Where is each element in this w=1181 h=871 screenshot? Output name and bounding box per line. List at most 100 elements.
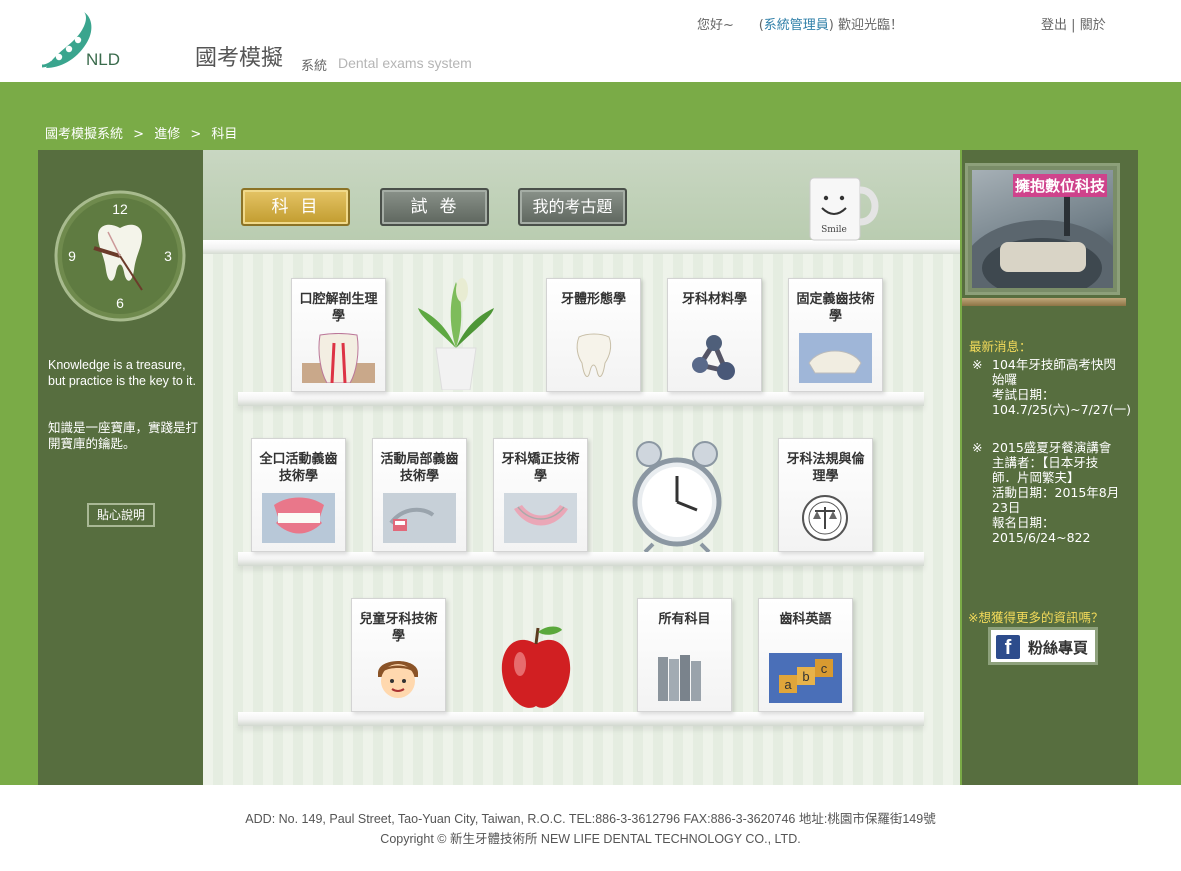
subject-label: 牙體形態學 <box>560 292 626 307</box>
close-link[interactable]: 關於 <box>1080 18 1106 33</box>
svg-text:a: a <box>784 677 792 692</box>
clock-9: 9 <box>68 248 76 264</box>
help-button[interactable]: 貼心說明 <box>87 503 155 527</box>
breadcrumb-sep: > <box>190 127 202 142</box>
subject-card-partial-denture[interactable]: 活動局部義齒技術學 <box>372 438 467 552</box>
subject-label: 口腔解剖生理學 <box>299 292 378 324</box>
subject-card-dental-materials[interactable]: 牙科材料學 <box>667 278 762 392</box>
fanpage-label: 粉絲專頁 <box>1028 639 1089 657</box>
more-info-text: ※想獲得更多的資訊嗎？ <box>968 610 1104 625</box>
shelf-2 <box>238 552 924 566</box>
tooth-anatomy-icon <box>302 333 375 383</box>
greeting-text: 您好~ <box>697 18 734 33</box>
tab-exam-papers[interactable]: 試卷 <box>380 188 489 226</box>
logout-link[interactable]: 登出 <box>1041 18 1067 33</box>
right-panel: 擁抱數位科技 最新消息： ※ 104年牙技師高考快閃始囉 考試日期： 104.7… <box>962 150 1138 785</box>
news-detail: 104.7/25(六)~7/27(一) <box>992 402 1131 417</box>
apple-icon <box>501 626 571 708</box>
subject-label: 牙科材料學 <box>681 292 747 307</box>
news-detail: 報名日期：2015/6/24~822 <box>992 515 1091 545</box>
link-separator: | <box>1071 18 1076 33</box>
breadcrumb-home[interactable]: 國考模擬系統 <box>45 127 123 142</box>
subject-label: 牙科法規與倫理學 <box>786 452 865 484</box>
smile-mug-icon: Smile <box>809 177 879 241</box>
tab-my-past-questions[interactable]: 我的考古題 <box>518 188 627 226</box>
tooth-icon <box>576 333 612 378</box>
clock-12: 12 <box>112 201 128 217</box>
bridge-icon <box>799 333 872 383</box>
subject-label: 齒科英語 <box>779 612 832 627</box>
svg-text:c: c <box>821 661 828 676</box>
partial-denture-icon <box>383 493 456 543</box>
site-subtitle-zh: 系統 <box>301 59 328 74</box>
mug-text: Smile <box>821 225 847 235</box>
subject-label: 全口活動義齒技術學 <box>259 452 338 484</box>
alarm-clock-icon <box>632 441 722 552</box>
banner-shelf <box>962 298 1126 306</box>
subject-label: 所有科目 <box>658 612 711 627</box>
subject-card-tooth-morphology[interactable]: 牙體形態學 <box>546 278 641 392</box>
admin-suffix: ) 歡迎光臨！ <box>828 18 904 33</box>
svg-text:b: b <box>802 669 809 684</box>
news-item[interactable]: ※ 2015盛夏牙餐演講會 主講者：【日本牙技師．片岡繁夫】 活動日期：2015… <box>972 440 1122 545</box>
footer-address: ADD: No. 149, Paul Street, Tao-Yuan City… <box>245 812 936 826</box>
news-mark: ※ <box>972 440 983 455</box>
clock-6: 6 <box>116 295 124 311</box>
site-title: 國考模擬 <box>195 46 284 71</box>
banner-image: 擁抱數位科技 <box>972 170 1113 288</box>
breadcrumb-subjects: 科目 <box>211 127 238 142</box>
breadcrumb-study[interactable]: 進修 <box>154 127 180 142</box>
subject-label: 活動局部義齒技術學 <box>380 452 459 484</box>
news-headline: 2015盛夏牙餐演講會 <box>992 440 1112 455</box>
quote-english: Knowledge is a treasure, but practice is… <box>48 358 196 388</box>
greeting: 您好~ (系統管理員) 歡迎光臨！ <box>697 14 903 33</box>
subject-label: 固定義齒技術學 <box>796 292 875 324</box>
news-title: 最新消息： <box>969 339 1032 354</box>
subject-card-fixed-prosthodontics[interactable]: 固定義齒技術學 <box>788 278 883 392</box>
subject-card-orthodontics[interactable]: 牙科矯正技術學 <box>493 438 588 552</box>
subject-shelf-area: 科目 試卷 我的考古題 Smile 口腔解剖生理學 牙體形態學 牙科材料學 固定… <box>203 150 960 785</box>
law-seal-icon <box>802 495 848 541</box>
tab-subjects[interactable]: 科目 <box>241 188 350 226</box>
orthodontic-icon <box>504 493 577 543</box>
quote-chinese: 知識是一座寶庫，實踐是打開寶庫的鑰匙。 <box>48 420 199 451</box>
child-icon <box>378 661 418 698</box>
digital-tech-banner[interactable]: 擁抱數位科技 <box>965 163 1120 295</box>
clock-3: 3 <box>164 248 172 264</box>
news-detail: 活動日期：2015年8月23日 <box>992 485 1120 515</box>
subject-label: 牙科矯正技術學 <box>501 452 580 484</box>
logo-text: NLD <box>86 50 121 69</box>
breadcrumb: 國考模擬系統 > 進修 > 科目 <box>45 123 243 142</box>
subject-card-oral-anatomy[interactable]: 口腔解剖生理學 <box>291 278 386 392</box>
news-detail: 主講者：【日本牙技師．片岡繁夫】 <box>992 455 1099 485</box>
subject-card-all-subjects[interactable]: 所有科目 <box>637 598 732 712</box>
top-shelf <box>203 240 960 254</box>
subject-card-complete-denture[interactable]: 全口活動義齒技術學 <box>251 438 346 552</box>
tooth-clock-icon: 12 3 6 9 <box>54 190 186 322</box>
news-mark: ※ <box>972 357 983 372</box>
facebook-fanpage-button[interactable]: f 粉絲專頁 <box>988 627 1098 665</box>
left-panel: 12 3 6 9 Knowledge is a treasure, but pr… <box>38 150 203 785</box>
news-item[interactable]: ※ 104年牙技師高考快閃始囉 考試日期： 104.7/25(六)~7/27(一… <box>972 357 1131 417</box>
subject-card-dental-law-ethics[interactable]: 牙科法規與倫理學 <box>778 438 873 552</box>
footer-copyright: Copyright © 新生牙體技術所 NEW LIFE DENTAL TECH… <box>380 832 801 846</box>
admin-name-link[interactable]: 系統管理員 <box>764 18 829 33</box>
subject-card-pediatric-dentistry[interactable]: 兒童牙科技術學 <box>351 598 446 712</box>
news-detail: 考試日期： <box>992 387 1055 402</box>
plant-pot-icon <box>418 278 494 390</box>
books-icon <box>658 655 701 701</box>
shelf-1 <box>238 392 924 406</box>
news-headline: 104年牙技師高考快閃始囉 <box>992 357 1116 387</box>
header: NLD 國考模擬 系統 Dental exams system 您好~ (系統管… <box>0 0 1181 82</box>
molecule-icon <box>692 335 735 380</box>
footer: ADD: No. 149, Paul Street, Tao-Yuan City… <box>0 785 1181 871</box>
top-links: 登出 | 關於 <box>1041 14 1106 33</box>
denture-icon <box>262 493 335 543</box>
abc-blocks-icon: a b c <box>769 653 842 703</box>
subject-label: 兒童牙科技術學 <box>359 612 438 644</box>
banner-title: 擁抱數位科技 <box>1012 174 1107 197</box>
shelf-3 <box>238 712 924 726</box>
subject-card-dental-english[interactable]: 齒科英語 a b c <box>758 598 853 712</box>
facebook-icon: f <box>996 635 1020 659</box>
site-subtitle-en: Dental exams system <box>338 55 472 71</box>
